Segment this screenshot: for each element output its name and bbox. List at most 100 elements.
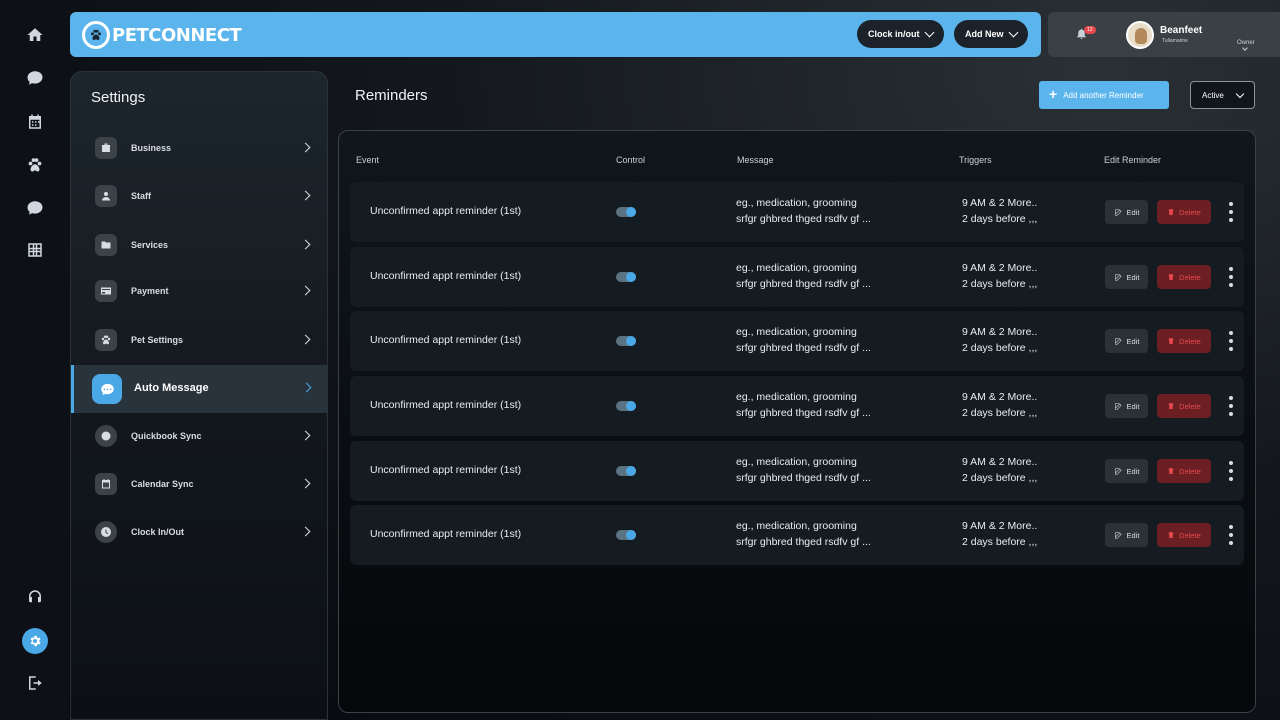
- sidebar-item-pet-settings[interactable]: Pet Settings: [71, 317, 328, 365]
- home-icon[interactable]: [21, 21, 49, 49]
- control-toggle[interactable]: [616, 207, 636, 217]
- delete-button[interactable]: Delete: [1157, 459, 1211, 483]
- control-toggle[interactable]: [616, 466, 636, 476]
- table-row: Unconfirmed appt reminder (1st) eg., medi…: [350, 505, 1244, 565]
- trigger-line-1: 9 AM & 2 More..: [962, 262, 1038, 274]
- more-options-icon[interactable]: [1228, 202, 1234, 222]
- app-logo[interactable]: PET CONNECT: [82, 20, 242, 50]
- person-icon: [95, 185, 117, 207]
- trash-icon: [1168, 532, 1174, 538]
- edit-button[interactable]: Edit: [1105, 459, 1148, 483]
- sidebar-item-staff[interactable]: Staff: [71, 173, 328, 221]
- edit-label: Edit: [1126, 207, 1140, 217]
- status-filter-select[interactable]: Active: [1190, 81, 1255, 109]
- chevron-down-icon[interactable]: [1242, 45, 1248, 51]
- headset-icon[interactable]: [21, 583, 49, 611]
- plus-icon: +: [1049, 86, 1058, 102]
- chevron-down-icon: [1008, 27, 1018, 37]
- table-row: Unconfirmed appt reminder (1st) eg., medi…: [350, 376, 1244, 436]
- clock-icon: [95, 521, 117, 543]
- sidebar-item-label: Pet Settings: [131, 335, 184, 345]
- delete-button[interactable]: Delete: [1157, 265, 1211, 289]
- edit-button[interactable]: Edit: [1105, 265, 1148, 289]
- more-options-icon[interactable]: [1228, 267, 1234, 287]
- edit-button[interactable]: Edit: [1105, 329, 1148, 353]
- trash-icon: [1168, 338, 1174, 344]
- edit-label: Edit: [1126, 401, 1140, 411]
- trigger-line-2: 2 days before ,,,: [962, 407, 1038, 419]
- add-new-button[interactable]: Add New: [954, 20, 1028, 48]
- avatar[interactable]: [1126, 21, 1154, 49]
- sidebar-item-label: Services: [131, 240, 169, 250]
- control-toggle[interactable]: [616, 336, 636, 346]
- delete-label: Delete: [1179, 401, 1201, 411]
- control-toggle[interactable]: [616, 530, 636, 540]
- message-line-2: srfgr ghbred thged rsdfv gf ...: [736, 342, 871, 354]
- control-toggle[interactable]: [616, 272, 636, 282]
- grid-icon[interactable]: [21, 236, 49, 264]
- sms-icon[interactable]: [21, 194, 49, 222]
- delete-button[interactable]: Delete: [1157, 523, 1211, 547]
- trash-icon: [1168, 274, 1174, 280]
- delete-button[interactable]: Delete: [1157, 394, 1211, 418]
- sidebar-item-payment[interactable]: Payment: [71, 268, 328, 316]
- delete-button[interactable]: Delete: [1157, 200, 1211, 224]
- chevron-right-icon: [300, 239, 311, 250]
- sidebar-item-label: Business: [131, 143, 172, 153]
- settings-icon[interactable]: [22, 628, 48, 654]
- chevron-right-icon: [301, 382, 312, 393]
- event-cell: Unconfirmed appt reminder (1st): [370, 528, 522, 540]
- add-new-label: Add New: [965, 29, 1004, 39]
- top-bar: PET CONNECT Clock in/out Add New: [70, 12, 1041, 57]
- icon-rail: [0, 0, 69, 720]
- sidebar-item-calendar-sync[interactable]: Calendar Sync: [71, 461, 328, 509]
- paw-icon[interactable]: [21, 151, 49, 179]
- sidebar-item-quickbook-sync[interactable]: Quickbook Sync: [71, 413, 328, 461]
- clock-in-out-button[interactable]: Clock in/out: [857, 20, 944, 48]
- sidebar-item-auto-message[interactable]: Auto Message: [71, 365, 328, 413]
- edit-button[interactable]: Edit: [1105, 200, 1148, 224]
- chevron-right-icon: [300, 478, 311, 489]
- sidebar-item-business[interactable]: Business: [71, 125, 328, 173]
- user-bar: 12 Beanfeet Tullamarine Owner: [1048, 12, 1280, 57]
- trigger-line-1: 9 AM & 2 More..: [962, 391, 1038, 403]
- chevron-right-icon: [300, 430, 311, 441]
- user-name: Beanfeet: [1160, 25, 1203, 36]
- trigger-line-1: 9 AM & 2 More..: [962, 197, 1038, 209]
- sidebar-item-label: Calendar Sync: [131, 479, 194, 489]
- chevron-right-icon: [300, 142, 311, 153]
- trigger-line-2: 2 days before ,,,: [962, 472, 1038, 484]
- message-line-1: eg., medication, grooming: [736, 262, 857, 274]
- add-reminder-button[interactable]: + Add another Reminder: [1039, 81, 1169, 109]
- message-line-2: srfgr ghbred thged rsdfv gf ...: [736, 278, 871, 290]
- edit-label: Edit: [1126, 466, 1140, 476]
- settings-panel: Settings Business Staff Services Payment Pet…: [70, 71, 328, 720]
- trigger-line-2: 2 days before ,,,: [962, 342, 1038, 354]
- page-title: Reminders: [355, 87, 428, 104]
- trigger-line-2: 2 days before ,,,: [962, 213, 1038, 225]
- message-line-1: eg., medication, grooming: [736, 326, 857, 338]
- more-options-icon[interactable]: [1228, 461, 1234, 481]
- control-toggle[interactable]: [616, 401, 636, 411]
- chat-icon[interactable]: [21, 64, 49, 92]
- sidebar-item-services[interactable]: Services: [71, 222, 328, 270]
- header-message: Message: [737, 155, 774, 165]
- add-reminder-label: Add another Reminder: [1063, 90, 1144, 100]
- edit-button[interactable]: Edit: [1105, 523, 1148, 547]
- more-options-icon[interactable]: [1228, 525, 1234, 545]
- quickbooks-icon: [95, 425, 117, 447]
- more-options-icon[interactable]: [1228, 396, 1234, 416]
- header-event: Event: [356, 155, 380, 165]
- chevron-right-icon: [300, 190, 311, 201]
- delete-button[interactable]: Delete: [1157, 329, 1211, 353]
- calendar-icon[interactable]: [21, 108, 49, 136]
- message-line-2: srfgr ghbred thged rsdfv gf ...: [736, 472, 871, 484]
- user-location: Tullamarine: [1162, 38, 1188, 44]
- sidebar-item-label: Payment: [131, 286, 169, 296]
- edit-icon: [1114, 402, 1122, 410]
- logout-icon[interactable]: [21, 669, 49, 697]
- sidebar-item-clock-in-out[interactable]: Clock In/Out: [71, 509, 328, 557]
- edit-icon: [1114, 531, 1122, 539]
- edit-button[interactable]: Edit: [1105, 394, 1148, 418]
- more-options-icon[interactable]: [1228, 331, 1234, 351]
